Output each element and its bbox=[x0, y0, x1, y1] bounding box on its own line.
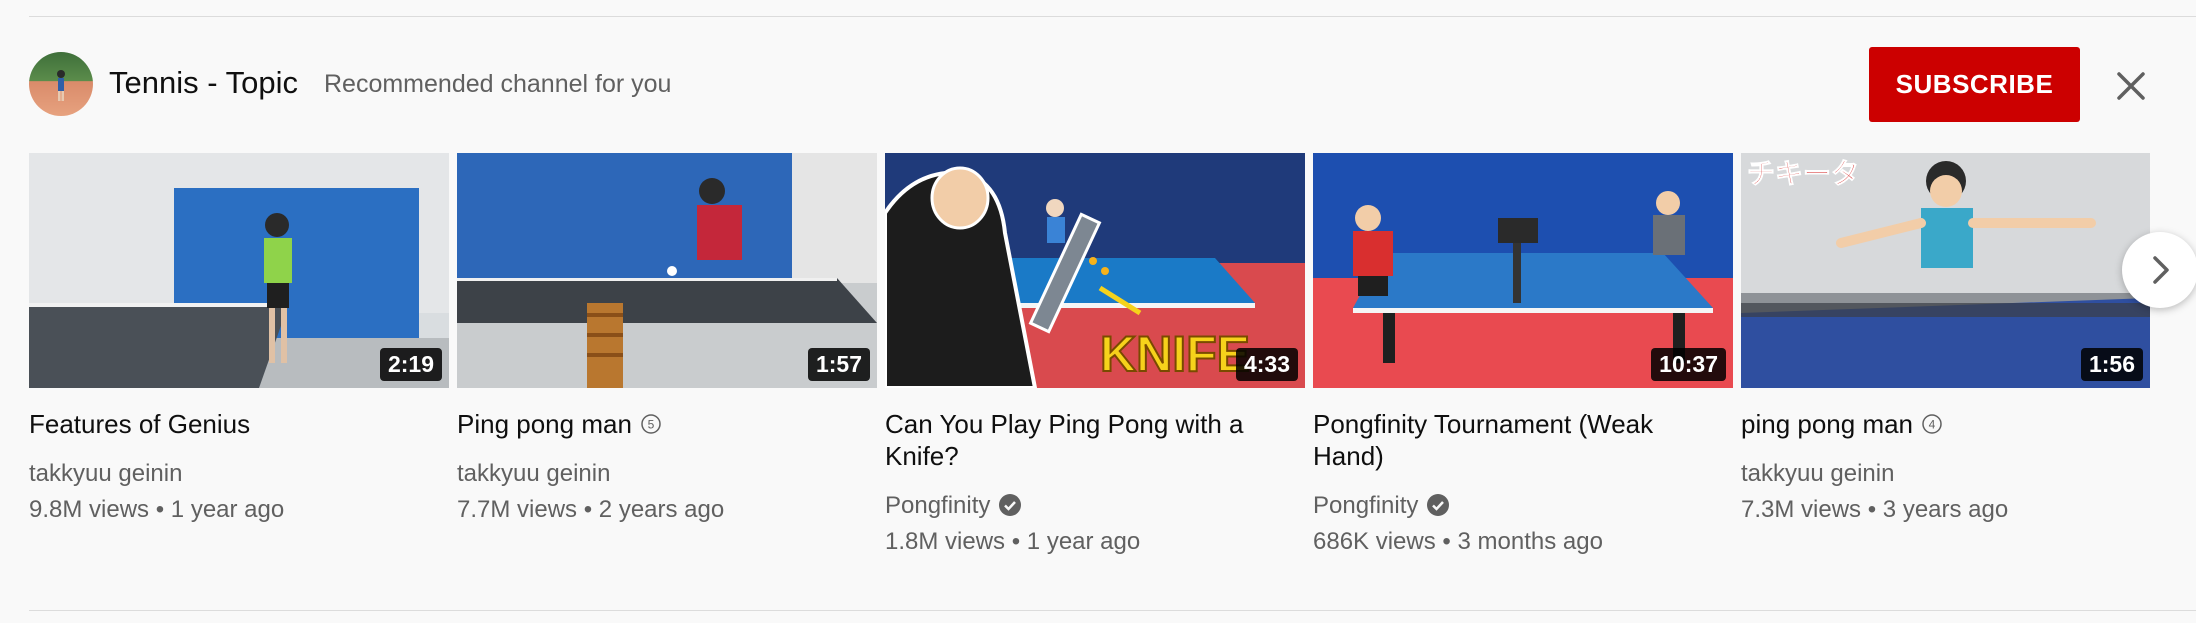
video-thumbnail[interactable]: 2:19 bbox=[29, 153, 449, 388]
video-channel[interactable]: takkyuu geinin bbox=[1741, 458, 2161, 490]
video-title[interactable]: Ping pong man 5 bbox=[457, 408, 867, 442]
video-channel-text: Pongfinity bbox=[1313, 492, 1419, 519]
video-duration: 4:33 bbox=[1235, 348, 1298, 381]
video-title-text: Pongfinity Tournament (Weak Hand) bbox=[1313, 409, 1654, 471]
verified-check-icon bbox=[1427, 494, 1450, 516]
chevron-right-icon bbox=[2153, 256, 2169, 284]
video-channel[interactable]: takkyuu geinin bbox=[29, 458, 449, 490]
video-title[interactable]: Pongfinity Tournament (Weak Hand) bbox=[1313, 408, 1723, 472]
episode-badge-number: 4 bbox=[1929, 418, 1936, 432]
video-thumbnail[interactable]: KNIFE 4:33 bbox=[885, 153, 1305, 388]
circled-number-icon: 5 bbox=[641, 414, 661, 434]
video-duration: 2:19 bbox=[379, 348, 442, 381]
next-videos-button[interactable] bbox=[2122, 232, 2196, 308]
video-meta: takkyuu geinin 7.3M views • 3 years ago bbox=[1741, 458, 2161, 526]
view-count: 9.8M views bbox=[29, 496, 150, 523]
meta-separator: • bbox=[1011, 528, 1021, 555]
close-icon bbox=[2117, 72, 2145, 100]
video-title-text: ping pong man bbox=[1741, 409, 1914, 439]
video-meta: takkyuu geinin 9.8M views • 1 year ago bbox=[29, 458, 449, 526]
video-duration: 1:57 bbox=[807, 348, 870, 381]
view-count: 7.7M views bbox=[457, 496, 578, 523]
video-stats: 7.3M views • 3 years ago bbox=[1741, 494, 2161, 526]
circled-number-icon: 4 bbox=[1922, 414, 1942, 434]
episode-badge-number: 5 bbox=[648, 418, 655, 432]
video-meta: takkyuu geinin 7.7M views • 2 years ago bbox=[457, 458, 877, 526]
bottom-divider bbox=[29, 610, 2196, 611]
episode-badge: 4 bbox=[1921, 410, 1943, 442]
meta-separator: • bbox=[583, 496, 593, 523]
video-meta: Pongfinity 686K views • 3 months ago bbox=[1313, 490, 1733, 558]
video-stats: 7.7M views • 2 years ago bbox=[457, 494, 877, 526]
dismiss-button[interactable] bbox=[2109, 64, 2153, 108]
shelf-header: Tennis - Topic Recommended channel for y… bbox=[29, 47, 2196, 122]
video-channel[interactable]: Pongfinity bbox=[1313, 490, 1733, 522]
video-stats: 686K views • 3 months ago bbox=[1313, 526, 1733, 558]
upload-age: 1 year ago bbox=[1026, 528, 1141, 555]
upload-age: 2 years ago bbox=[598, 496, 725, 523]
meta-separator: • bbox=[155, 496, 165, 523]
video-title[interactable]: Features of Genius bbox=[29, 408, 439, 440]
video-title-text: Can You Play Ping Pong with a Knife? bbox=[885, 409, 1244, 471]
video-channel-text: Pongfinity bbox=[885, 492, 991, 519]
video-thumbnail[interactable]: 10:37 bbox=[1313, 153, 1733, 388]
verified-check-icon bbox=[999, 494, 1022, 516]
avatar-tennis-player-image bbox=[57, 70, 65, 101]
top-divider bbox=[29, 16, 2196, 17]
thumbnail-overlay-text: チキータ bbox=[1747, 157, 1859, 190]
video-thumbnail[interactable]: チキータ 1:56 bbox=[1741, 153, 2150, 388]
upload-age: 1 year ago bbox=[170, 496, 285, 523]
video-title[interactable]: ping pong man 4 bbox=[1741, 408, 2151, 442]
video-title-text: Features of Genius bbox=[29, 409, 251, 439]
video-channel[interactable]: Pongfinity bbox=[885, 490, 1305, 522]
recommendation-subtitle: Recommended channel for you bbox=[324, 70, 672, 98]
video-title-text: Ping pong man bbox=[457, 409, 632, 439]
video-title[interactable]: Can You Play Ping Pong with a Knife? bbox=[885, 408, 1295, 472]
video-duration: 1:56 bbox=[2080, 348, 2143, 381]
view-count: 1.8M views bbox=[885, 528, 1006, 555]
episode-badge: 5 bbox=[640, 410, 662, 442]
video-thumbnail[interactable]: 1:57 bbox=[457, 153, 877, 388]
channel-name[interactable]: Tennis - Topic bbox=[109, 65, 298, 101]
video-stats: 9.8M views • 1 year ago bbox=[29, 494, 449, 526]
subscribe-button[interactable]: SUBSCRIBE bbox=[1869, 47, 2080, 122]
video-meta: Pongfinity 1.8M views • 1 year ago bbox=[885, 490, 1305, 558]
thumbnail-overlay-text: KNIFE bbox=[1100, 326, 1250, 382]
video-channel[interactable]: takkyuu geinin bbox=[457, 458, 877, 490]
view-count: 7.3M views bbox=[1741, 496, 1862, 523]
upload-age: 3 years ago bbox=[1882, 496, 2009, 523]
meta-separator: • bbox=[1442, 528, 1451, 555]
view-count: 686K views bbox=[1313, 528, 1436, 555]
channel-avatar[interactable] bbox=[29, 52, 93, 116]
meta-separator: • bbox=[1867, 496, 1877, 523]
video-stats: 1.8M views • 1 year ago bbox=[885, 526, 1305, 558]
video-duration: 10:37 bbox=[1651, 348, 1726, 381]
upload-age: 3 months ago bbox=[1457, 528, 1603, 555]
